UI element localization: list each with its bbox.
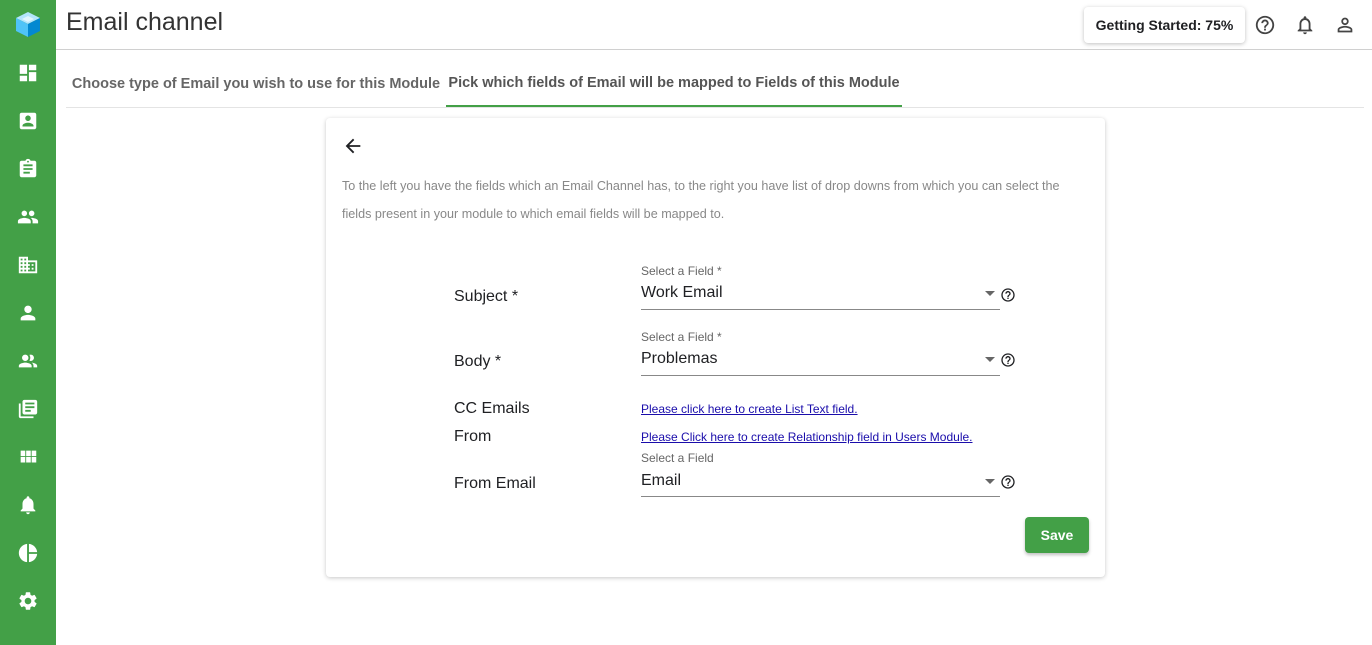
sidebar-item-reports[interactable]: [0, 529, 56, 577]
from-email-select[interactable]: Select a Field Email: [641, 451, 1000, 497]
contact-card-icon: [19, 112, 37, 130]
description-text: To the left you have the fields which an…: [342, 179, 1060, 221]
settings-icon: [19, 592, 37, 610]
back-button[interactable]: [342, 135, 364, 157]
create-relationship-field-link[interactable]: Please Click here to create Relationship…: [641, 430, 973, 444]
group-icon: [17, 210, 39, 224]
from-email-underline: [641, 496, 1000, 497]
cc-emails-label: CC Emails: [454, 400, 530, 417]
bell-outline-icon: [1297, 16, 1313, 35]
from-email-label: From Email: [454, 475, 536, 492]
library-icon: [18, 399, 38, 419]
body-caption: Select a Field *: [641, 330, 722, 344]
help-circle-icon: [1001, 353, 1015, 367]
bell-icon: [20, 496, 36, 515]
body-select[interactable]: Select a Field * Problemas: [641, 330, 1000, 376]
sidebar-item-contacts[interactable]: [0, 97, 56, 145]
help-button[interactable]: [1254, 14, 1276, 36]
arrow-left-icon: [345, 138, 361, 154]
body-value: Problemas: [641, 350, 718, 367]
apps-icon: [20, 450, 37, 463]
sidebar-item-apps[interactable]: [0, 433, 56, 481]
pie-chart-icon: [18, 543, 38, 563]
from-email-value: Email: [641, 472, 682, 489]
subject-help-button[interactable]: [1000, 287, 1016, 303]
sidebar-item-tasks[interactable]: [0, 145, 56, 193]
help-circle-icon: [1001, 288, 1015, 302]
subject-label: Subject *: [454, 288, 519, 305]
tab-field-mapping[interactable]: Pick which fields of Email will be mappe…: [446, 60, 902, 107]
sidebar-item-dashboard[interactable]: [0, 49, 56, 97]
account-button[interactable]: [1334, 14, 1356, 36]
help-circle-icon: [1001, 475, 1015, 489]
subject-dropdown-icon[interactable]: [985, 291, 995, 296]
sidebar-item-settings[interactable]: [0, 577, 56, 625]
people-icon: [18, 354, 38, 368]
sidebar-item-person[interactable]: [0, 289, 56, 337]
business-icon: [18, 256, 38, 274]
from-email-caption: Select a Field: [641, 451, 714, 465]
app-logo-icon[interactable]: [14, 10, 42, 38]
body-dropdown-icon[interactable]: [985, 357, 995, 362]
from-email-help-button[interactable]: [1000, 474, 1016, 490]
from-label: From: [454, 428, 492, 445]
body-underline: [641, 375, 1000, 376]
notifications-button[interactable]: [1294, 14, 1316, 36]
tab-bar: Choose type of Email you wish to use for…: [66, 60, 1364, 108]
body-help-button[interactable]: [1000, 352, 1016, 368]
sidebar-item-notifications[interactable]: [0, 481, 56, 529]
mapping-card: To the left you have the fields which an…: [326, 118, 1105, 577]
sidebar-item-library[interactable]: [0, 385, 56, 433]
page-title: Email channel: [66, 8, 224, 36]
create-list-text-field-link[interactable]: Please click here to create List Text fi…: [641, 402, 858, 416]
getting-started-button[interactable]: Getting Started: 75%: [1084, 7, 1245, 43]
sidebar-item-companies[interactable]: [0, 241, 56, 289]
person-outline-icon: [1337, 17, 1353, 33]
save-button[interactable]: Save: [1025, 517, 1089, 553]
body-label: Body *: [454, 353, 502, 370]
person-icon: [20, 305, 36, 321]
subject-value: Work Email: [641, 284, 723, 301]
sidebar: [0, 0, 56, 645]
clipboard-icon: [19, 158, 37, 178]
sidebar-item-people[interactable]: [0, 337, 56, 385]
tab-choose-email-type[interactable]: Choose type of Email you wish to use for…: [66, 60, 446, 107]
subject-caption: Select a Field *: [641, 264, 722, 278]
top-bar: Email channel Getting Started: 75%: [56, 0, 1372, 50]
subject-select[interactable]: Select a Field * Work Email: [641, 264, 1000, 310]
help-circle-icon: [1255, 15, 1275, 35]
subject-underline: [641, 309, 1000, 310]
from-email-dropdown-icon[interactable]: [985, 479, 995, 484]
dashboard-icon: [19, 64, 37, 82]
sidebar-item-groups[interactable]: [0, 193, 56, 241]
